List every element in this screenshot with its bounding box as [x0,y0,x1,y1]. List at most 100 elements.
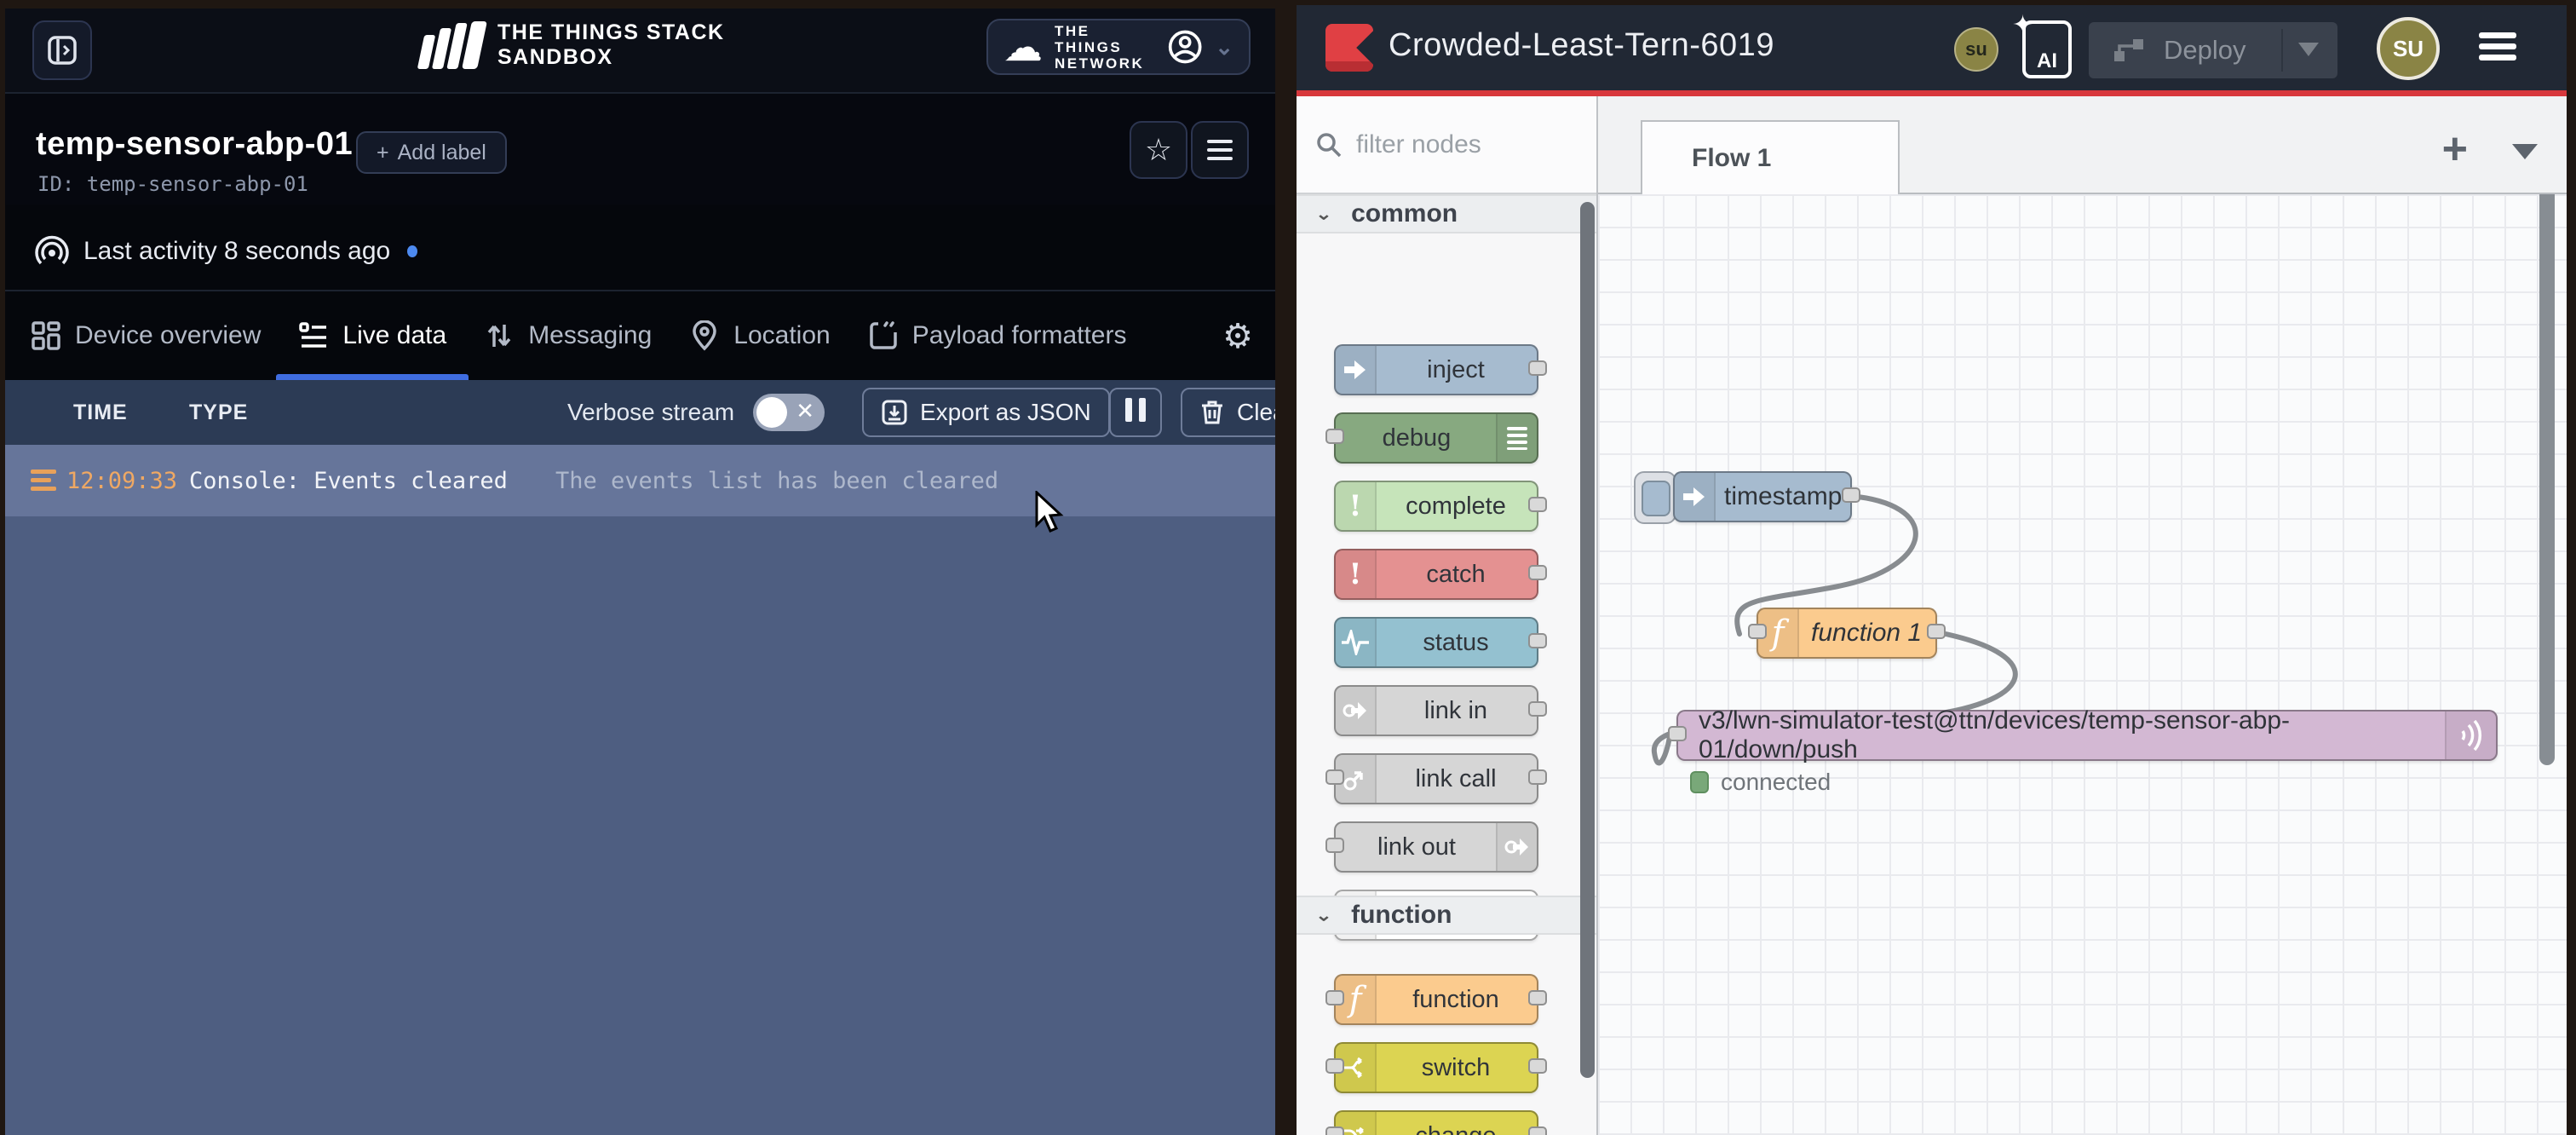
node-palette: ⌄ common inject debug ! complete ! catch [1297,96,1598,1135]
header-red-line [1297,90,2567,96]
node-port[interactable] [1748,624,1767,639]
palette-node-label: link out [1336,823,1498,871]
flow-tab-label: Flow 1 [1692,144,1771,173]
debug-icon [1496,414,1537,462]
download-icon [881,399,908,426]
node-port[interactable] [1528,497,1547,512]
palette-node-label: catch [1375,550,1537,598]
node-port[interactable] [1528,633,1547,648]
tab-live-data[interactable]: Live data [298,291,446,380]
node-port[interactable] [1528,1058,1547,1074]
chevron-down-icon: ⌄ [1315,204,1332,223]
node-port[interactable] [1528,1126,1547,1135]
flow-list-caret[interactable] [2512,144,2538,159]
network-account-button[interactable]: ☁ THE THINGS NETWORK ⌄ [986,19,1251,75]
wires [1598,194,2567,1135]
node-port[interactable] [1325,429,1344,444]
node-port[interactable] [1325,990,1344,1005]
activity-indicator-dot [407,245,417,257]
user-icon [1167,27,1203,66]
mqtt-status: connected [1690,769,1831,796]
palette-category-function[interactable]: ⌄ function [1297,896,1596,935]
menu-icon [1207,135,1233,165]
palette-node-label: debug [1336,414,1498,462]
node-port[interactable] [1325,838,1344,853]
clear-events-button[interactable]: Clear [1181,388,1275,437]
filter-nodes-input[interactable] [1354,130,1571,160]
node-port[interactable] [1842,487,1860,503]
ai-assistant-button[interactable]: ✦ AI [2022,20,2072,78]
event-stream-icon [31,465,56,495]
device-title-section: temp-sensor-abp-01 + Add label ID: temp-… [5,94,1275,205]
event-row[interactable]: 12:09:33 Console: Events cleared The eve… [5,445,1275,516]
deploy-button[interactable]: Deploy [2089,22,2337,78]
palette-node-label: inject [1375,346,1537,394]
device-menu-button[interactable] [1191,121,1249,179]
last-activity-bar: Last activity 8 seconds ago [5,205,1275,291]
node-port[interactable] [1325,1058,1344,1074]
tab-messaging[interactable]: Messaging [484,291,652,380]
palette-node-function[interactable]: f function [1334,974,1538,1025]
inject-icon [1336,346,1377,394]
tab-location[interactable]: Location [689,291,830,380]
tab-payload-formatters[interactable]: Payload formatters [868,291,1127,380]
cloud-icon: ☁ [1003,27,1043,66]
flow-node-timestamp[interactable]: timestamp [1673,471,1852,522]
palette-node-change[interactable]: change [1334,1110,1538,1135]
node-port[interactable] [1325,1126,1344,1135]
node-port[interactable] [1528,701,1547,717]
status-pulse-icon [1336,619,1377,666]
chevron-down-icon: ⌄ [1215,34,1233,60]
palette-scrollbar[interactable] [1580,202,1595,1078]
flow-node-function-1[interactable]: f function 1 [1757,608,1937,659]
pause-stream-button[interactable] [1109,388,1162,437]
event-type: Console: Events cleared [189,468,508,494]
node-port[interactable] [1528,565,1547,580]
node-red-header: Crowded-Least-Tern-6019 su ✦ AI Deploy S… [1297,5,2567,90]
gear-icon[interactable]: ⚙ [1222,317,1253,356]
palette-search[interactable] [1297,96,1596,194]
palette-node-link-out[interactable]: link out [1334,821,1538,873]
palette-node-complete[interactable]: ! complete [1334,481,1538,532]
tab-label: Device overview [75,321,261,350]
node-port[interactable] [1528,769,1547,785]
payload-formatters-icon [868,320,899,351]
palette-node-debug[interactable]: debug [1334,412,1538,464]
deploy-label: Deploy [2164,35,2246,66]
flow-node-mqtt-out[interactable]: v3/lwn-simulator-test@ttn/devices/temp-s… [1676,710,2498,761]
node-port[interactable] [1325,769,1344,785]
add-label-button[interactable]: + Add label [356,131,507,174]
sidebar-toggle-button[interactable] [32,20,92,80]
palette-node-link-call[interactable]: link call [1334,753,1538,804]
page-title: temp-sensor-abp-01 [36,126,353,163]
palette-node-link-in[interactable]: link in [1334,685,1538,736]
mouse-cursor [1031,491,1070,533]
palette-category-common[interactable]: ⌄ common [1297,194,1596,233]
pause-icon [1122,398,1149,428]
user-badge-small: su [1954,27,1998,72]
node-port[interactable] [1528,360,1547,376]
deploy-nodes-icon [2113,36,2147,65]
palette-node-inject[interactable]: inject [1334,344,1538,395]
tab-device-overview[interactable]: Device overview [31,291,261,380]
export-json-button[interactable]: Export as JSON [862,388,1110,437]
node-port[interactable] [1927,624,1946,639]
flow-canvas[interactable]: timestamp f function 1 v3/lwn-simulator-… [1598,194,2567,1135]
link-in-icon [1336,687,1377,735]
inject-trigger-button[interactable] [1634,471,1676,524]
chevron-down-icon: ⌄ [1315,905,1332,925]
node-port[interactable] [1668,726,1687,741]
flow-tab[interactable]: Flow 1 [1641,120,1900,194]
palette-node-status[interactable]: status [1334,617,1538,668]
palette-node-catch[interactable]: ! catch [1334,549,1538,600]
deploy-dropdown-caret[interactable] [2298,43,2319,56]
bookmark-button[interactable]: ☆ [1130,121,1187,179]
node-port[interactable] [1528,990,1547,1005]
user-avatar[interactable]: SU [2377,17,2440,80]
canvas-scrollbar[interactable] [2539,194,2555,765]
add-flow-button[interactable]: + [2442,127,2468,171]
palette-node-switch[interactable]: switch [1334,1042,1538,1093]
broadcast-icon [34,233,70,269]
main-menu-button[interactable] [2479,27,2516,66]
verbose-stream-toggle[interactable]: ✕ [753,394,825,431]
